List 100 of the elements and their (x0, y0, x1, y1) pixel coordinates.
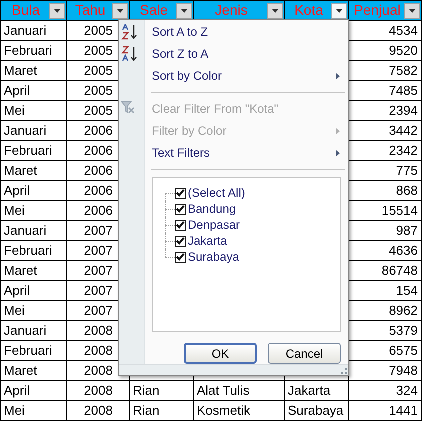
table-cell: 154 (396, 282, 418, 298)
table-cell: Februari (4, 342, 52, 358)
filter-dropdown-button[interactable] (176, 2, 192, 18)
resize-grip-icon[interactable] (341, 368, 347, 374)
table-cell: Mei (4, 202, 25, 218)
table-cell: Mei (4, 302, 25, 318)
menu-item[interactable]: Sort A to Z (152, 23, 340, 41)
sort-descending-icon (121, 46, 139, 62)
table-cell: Rian (133, 402, 160, 418)
filter-dropdown-button[interactable] (112, 2, 128, 18)
table-cell: 4636 (389, 242, 418, 258)
table-cell: 2008 (84, 402, 113, 418)
table-cell: 2005 (84, 62, 113, 78)
column-header: Sale (130, 0, 194, 20)
table-cell: 775 (396, 162, 418, 178)
filter-value-label[interactable]: Surabaya (188, 248, 240, 266)
menu-item[interactable]: Sort Z to A (152, 45, 340, 63)
caret-icon (116, 8, 124, 12)
table-cell: Mei (4, 102, 25, 118)
table-cell: Januari (4, 122, 47, 138)
table-cell: Rian (133, 382, 160, 398)
table-cell: 2005 (84, 82, 113, 98)
caret-icon (54, 8, 60, 12)
checkbox[interactable] (175, 204, 186, 214)
table-cell: Maret (4, 62, 38, 78)
table-cell: April (4, 82, 30, 98)
caret-icon (408, 8, 416, 12)
table-cell: Maret (4, 362, 38, 378)
filter-value-label[interactable]: Jakarta (188, 232, 228, 250)
column-header: Jenis (194, 0, 284, 20)
table-cell: Jakarta (288, 382, 331, 398)
table-cell: 2006 (84, 122, 113, 138)
menu-item[interactable]: Text Filters (152, 144, 336, 162)
table-cell: 15514 (382, 202, 418, 218)
table-cell: 987 (396, 222, 418, 238)
submenu-arrow-icon (336, 72, 340, 80)
table-cell: 2394 (389, 102, 418, 118)
table-cell: 2007 (84, 302, 113, 318)
table-cell: Januari (4, 222, 47, 238)
table-cell: 2005 (84, 102, 113, 118)
column-header: Kota (284, 0, 348, 20)
cancel-button[interactable]: Cancel (268, 343, 341, 364)
caret-icon (336, 8, 342, 12)
column-header: Bula (0, 0, 66, 20)
table-cell: 2006 (84, 162, 113, 178)
filter-dropdown-button[interactable] (267, 2, 283, 18)
table-cell: 8962 (389, 302, 418, 318)
table-cell: Maret (4, 162, 38, 178)
table-cell: Januari (4, 322, 47, 338)
ok-button[interactable]: OK (184, 343, 257, 364)
menu-item[interactable]: Sort by Color (152, 67, 336, 85)
table-cell: 1441 (389, 402, 418, 418)
column-header: Penjual (348, 0, 422, 20)
checkbox[interactable] (175, 236, 186, 246)
table-cell: 86748 (382, 262, 418, 278)
table-cell: Alat Tulis (197, 382, 250, 398)
sort-ascending-icon (121, 24, 139, 40)
table-cell: 2007 (84, 282, 113, 298)
caret-icon (180, 8, 188, 12)
filter-dropdown-button[interactable] (49, 2, 65, 18)
checkbox[interactable] (175, 188, 186, 198)
table-cell: Maret (4, 262, 38, 278)
table-cell: Februari (4, 242, 52, 258)
table-cell: 4534 (389, 22, 418, 38)
table-cell: 2342 (389, 142, 418, 158)
checkbox[interactable] (175, 252, 186, 262)
table-cell: 868 (396, 182, 418, 198)
table-cell: 2007 (84, 242, 113, 258)
submenu-arrow-icon (336, 150, 340, 156)
table-cell: April (4, 182, 30, 198)
table-cell: Februari (4, 42, 52, 58)
table-cell: 9520 (389, 42, 418, 58)
table-cell: April (4, 282, 30, 298)
table-cell: Januari (4, 22, 47, 38)
table-cell: 7485 (389, 82, 418, 98)
filter-value-label[interactable]: Denpasar (188, 216, 240, 234)
filter-dropdown-button[interactable] (404, 2, 420, 18)
submenu-arrow-icon (336, 128, 340, 134)
table-cell: 2006 (84, 202, 113, 218)
table-cell: 2007 (84, 262, 113, 278)
table-cell: 2008 (84, 362, 113, 378)
table-cell: 2007 (84, 222, 113, 238)
table-cell: April (4, 382, 30, 398)
table-cell: Surabaya (288, 402, 344, 418)
table-cell: 5379 (389, 322, 418, 338)
checkbox[interactable] (175, 220, 186, 230)
table-cell: 6575 (389, 342, 418, 358)
filter-value-label[interactable]: Bandung (188, 200, 236, 218)
table-cell: 2005 (84, 22, 113, 38)
table-cell: Mei (4, 402, 25, 418)
table-cell: 3442 (389, 122, 418, 138)
filter-value-label[interactable]: (Select All) (188, 184, 246, 202)
filter-dropdown-button[interactable] (331, 2, 347, 18)
table-cell: 7948 (389, 362, 418, 378)
table-cell: 2005 (84, 42, 113, 58)
clear-filter-icon (121, 101, 135, 114)
table-cell: Kosmetik (197, 402, 250, 418)
table-cell: 2006 (84, 182, 113, 198)
table-cell: 2008 (84, 342, 113, 358)
table-cell: 2006 (84, 142, 113, 158)
